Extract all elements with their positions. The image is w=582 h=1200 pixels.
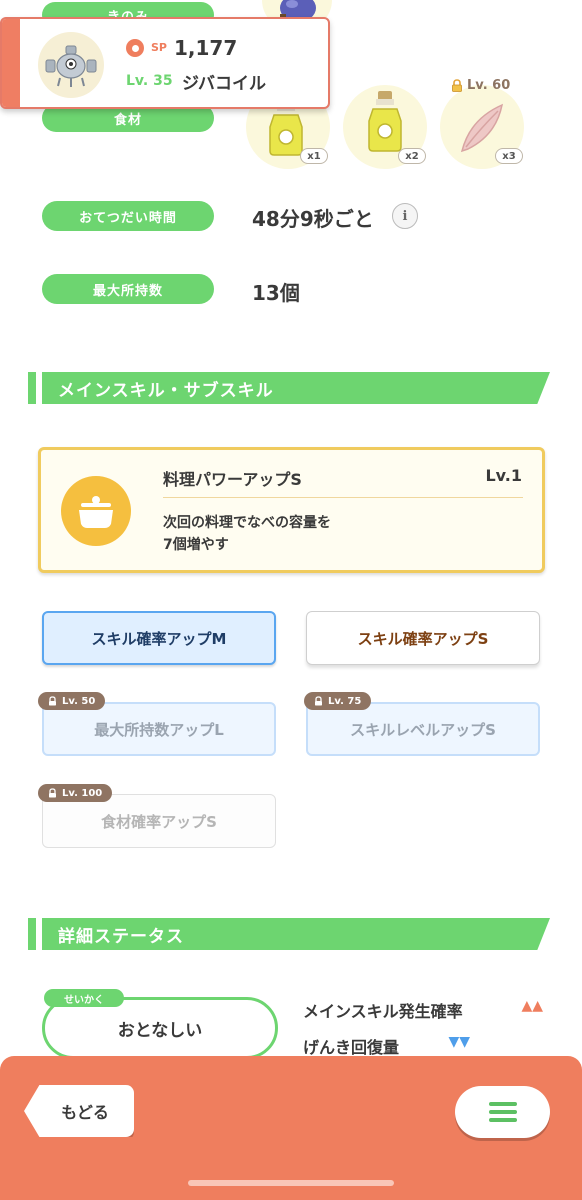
- hamburger-menu-icon: [488, 1102, 517, 1122]
- nature-tag: せいかく: [44, 989, 124, 1007]
- subskill-button-3[interactable]: 最大所持数アップL: [42, 702, 276, 756]
- lock-icon: [49, 696, 56, 706]
- pokemon-level: Lv. 35: [126, 73, 173, 89]
- main-skill-level: Lv.1: [485, 466, 522, 485]
- section-header-details: 詳細ステータス: [28, 918, 550, 950]
- lock-icon: [452, 79, 462, 92]
- section-header-skills: メインスキル・サブスキル: [28, 372, 550, 404]
- menu-button[interactable]: [455, 1086, 550, 1138]
- section-title: 詳細ステータス: [58, 926, 184, 947]
- ingredient-qty-3: x3: [495, 148, 523, 164]
- subskill-button-2[interactable]: スキル確率アップS: [306, 611, 540, 665]
- main-skill-description: 次回の料理でなべの容量を 7個増やす: [163, 515, 331, 553]
- max-carry-label: 最大所持数: [42, 274, 214, 304]
- subskill-lock-tag-4: Lv. 75: [304, 692, 372, 710]
- help-time-label: おてつだい時間: [42, 201, 214, 231]
- pokeball-icon: [126, 39, 144, 57]
- pokemon-name: ジバコイル: [182, 74, 266, 94]
- up-arrows-icon: ▲▲: [521, 998, 543, 1014]
- pokemon-summary-popup[interactable]: SP 1,177 Lv. 35 ジバコイル: [0, 17, 330, 109]
- divider: [163, 497, 523, 498]
- home-indicator: [188, 1180, 394, 1186]
- subskill-button-5[interactable]: 食材確率アップS: [42, 794, 276, 848]
- section-title: メインスキル・サブスキル: [58, 380, 274, 401]
- nature-effect-down: げんき回復量 ▼▼: [303, 1034, 470, 1057]
- back-button[interactable]: もどる: [24, 1085, 134, 1137]
- max-carry-value: 13個: [252, 281, 300, 305]
- lock-icon: [49, 788, 56, 798]
- main-skill-name: 料理パワーアップS: [163, 470, 302, 489]
- subskill-lock-tag-3: Lv. 50: [38, 692, 106, 710]
- pot-icon: [61, 476, 131, 546]
- ingredient-qty-1: x1: [300, 148, 328, 164]
- pokemon-avatar: [38, 32, 104, 98]
- down-arrows-icon: ▼▼: [448, 1034, 470, 1050]
- info-icon[interactable]: i: [392, 203, 418, 229]
- sp-label: SP: [151, 41, 167, 54]
- ingredient-lock-badge: Lv. 60: [451, 78, 510, 93]
- help-time-value: 48分9秒ごと: [252, 207, 374, 231]
- subskill-button-4[interactable]: スキルレベルアップS: [306, 702, 540, 756]
- sp-value: 1,177: [174, 36, 238, 60]
- subskill-lock-tag-5: Lv. 100: [38, 784, 113, 802]
- main-skill-card[interactable]: 料理パワーアップS Lv.1 次回の料理でなべの容量を 7個増やす: [38, 447, 545, 573]
- subskill-button-1[interactable]: スキル確率アップM: [42, 611, 276, 665]
- ingredient-qty-2: x2: [398, 148, 426, 164]
- nature-effect-up: メインスキル発生確率 ▲▲: [303, 998, 543, 1021]
- lock-icon: [315, 696, 322, 706]
